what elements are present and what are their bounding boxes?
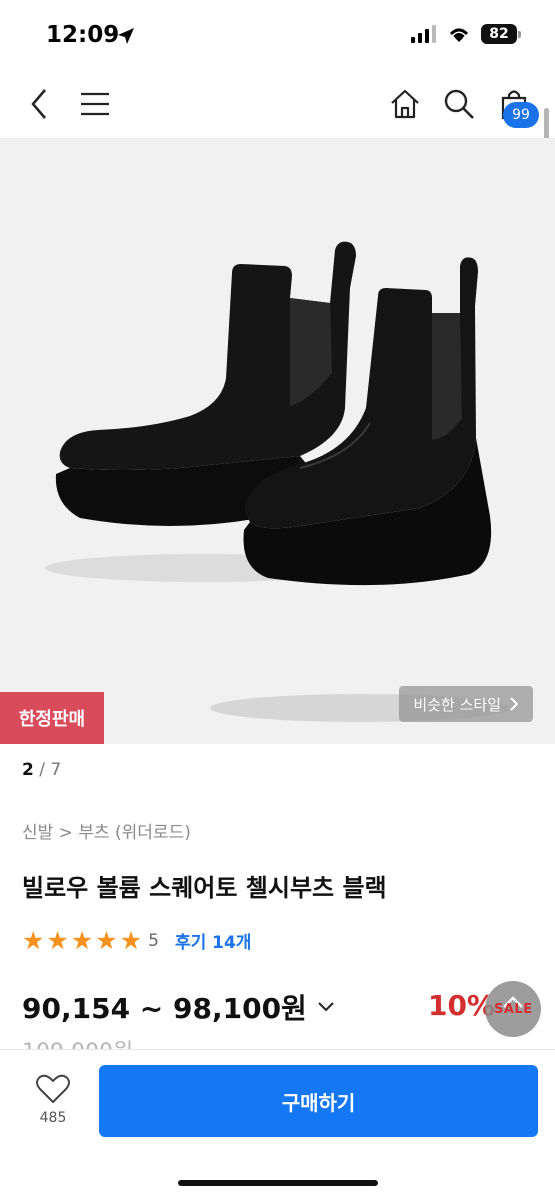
back-icon xyxy=(31,89,46,119)
product-image-carousel[interactable]: 한정판매 비슷한 스타일 xyxy=(0,138,555,744)
star-icon: ★ xyxy=(70,926,94,955)
wifi-icon xyxy=(449,28,469,42)
status-time: 12:09 xyxy=(46,22,120,48)
battery-indicator: 82 xyxy=(481,24,521,44)
home-indicator xyxy=(178,1180,378,1186)
search-button[interactable] xyxy=(441,86,477,122)
chevron-right-icon xyxy=(510,697,519,711)
home-button[interactable] xyxy=(387,86,423,122)
star-icon: ★ xyxy=(46,926,69,955)
menu-icon xyxy=(81,92,109,116)
pager-total: 7 xyxy=(50,760,62,780)
menu-button[interactable] xyxy=(77,86,113,122)
wishlist-count: 485 xyxy=(39,1110,67,1126)
sale-label: SALE xyxy=(494,1002,533,1017)
star-icon: ★ xyxy=(22,926,45,955)
buy-button[interactable]: 구매하기 xyxy=(99,1065,538,1137)
search-icon xyxy=(444,89,474,119)
breadcrumb[interactable]: 신발 > 부츠 (위더로드) xyxy=(22,818,191,843)
status-indicators: 82 xyxy=(411,24,521,44)
heart-icon xyxy=(36,1074,70,1103)
image-pager: 2 / 7 xyxy=(22,760,61,780)
chevron-down-icon xyxy=(318,1002,334,1012)
pager-current: 2 xyxy=(22,760,34,780)
cart-count-badge: 99 xyxy=(503,102,539,128)
wishlist-button[interactable]: 485 xyxy=(26,1074,80,1126)
limited-sale-badge: 한정판매 xyxy=(0,692,104,744)
star-icon: ★ xyxy=(95,926,118,955)
price-row[interactable]: 90,154 ~ 98,100원 xyxy=(22,987,335,1027)
location-arrow-icon xyxy=(118,28,134,44)
bottom-action-bar: 485 구매하기 xyxy=(0,1049,555,1200)
product-photo xyxy=(45,241,510,722)
product-title: 빌로우 볼륨 스퀘어토 첼시부츠 블랙 xyxy=(22,874,387,902)
review-count-link[interactable]: 후기 14개 xyxy=(175,928,252,953)
home-icon xyxy=(391,89,419,119)
price-range: 90,154 ~ 98,100원 xyxy=(22,992,307,1025)
pager-separator: / xyxy=(39,760,51,780)
signal-icon xyxy=(411,25,436,43)
top-nav-bar xyxy=(0,72,555,138)
back-button[interactable] xyxy=(22,86,58,122)
star-icon: ★ xyxy=(119,926,143,955)
similar-style-label: 비슷한 스타일 xyxy=(413,695,501,714)
status-bar: 12:09 82 xyxy=(0,0,555,72)
rating-value: 5 xyxy=(148,930,159,951)
rating-stars: ★ ★ ★ ★ ★ xyxy=(22,928,142,953)
rating-row: ★ ★ ★ ★ ★ 5 후기 14개 xyxy=(22,928,251,953)
similar-style-button[interactable]: 비슷한 스타일 xyxy=(399,686,533,722)
